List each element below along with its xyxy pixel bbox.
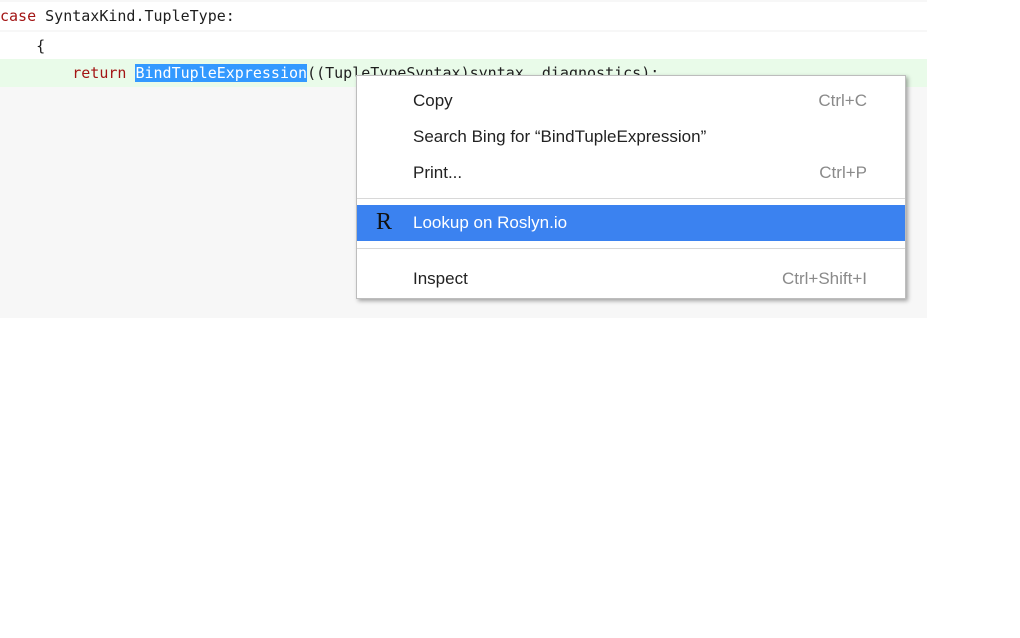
menu-item-shortcut: Ctrl+C — [818, 91, 867, 110]
selected-text[interactable]: BindTupleExpression — [135, 64, 308, 82]
menu-item-inspect[interactable]: Inspect Ctrl+Shift+I — [357, 262, 905, 296]
roslyn-icon: R — [375, 209, 392, 235]
menu-item-copy[interactable]: Copy Ctrl+C — [357, 84, 905, 118]
menu-separator — [357, 198, 905, 199]
menu-item-label: Copy — [413, 91, 453, 110]
menu-separator — [357, 248, 905, 249]
code-line-1: case SyntaxKind.TupleType: — [0, 2, 927, 30]
menu-item-shortcut: Ctrl+Shift+I — [781, 269, 867, 288]
menu-item-print[interactable]: Print... Ctrl+P — [357, 156, 905, 190]
keyword-case: case — [0, 7, 37, 25]
code-line-2: { — [0, 32, 927, 60]
menu-item-shortcut: Ctrl+P — [819, 163, 867, 182]
menu-item-label: Inspect — [413, 269, 468, 288]
menu-item-label: Search Bing for “BindTupleExpression” — [413, 127, 707, 146]
keyword-return: return — [72, 64, 127, 82]
menu-item-lookup-roslyn[interactable]: R Lookup on Roslyn.io — [357, 205, 905, 241]
context-menu: Copy Ctrl+C Search Bing for “BindTupleEx… — [356, 75, 906, 299]
menu-item-label: Lookup on Roslyn.io — [413, 213, 568, 232]
menu-item-search-bing[interactable]: Search Bing for “BindTupleExpression” — [357, 120, 905, 154]
menu-item-label: Print... — [413, 163, 463, 182]
code-text: SyntaxKind.TupleType: — [36, 7, 235, 25]
code-text: { — [0, 37, 46, 55]
